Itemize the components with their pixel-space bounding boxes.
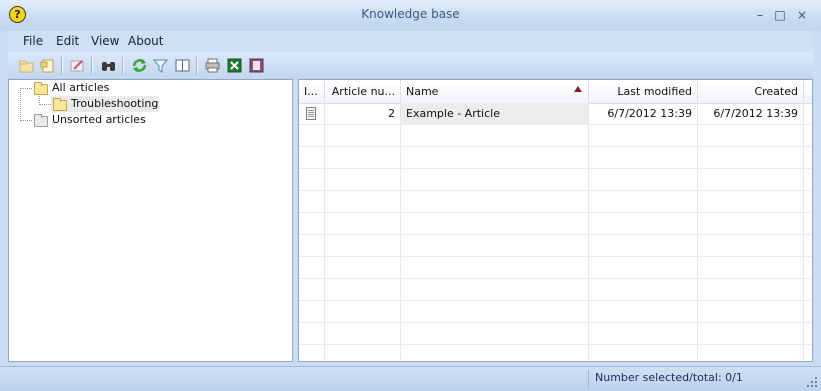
- tree-node-label: All articles: [52, 81, 110, 94]
- empty-row: [299, 257, 812, 279]
- tree-node-label: Troubleshooting: [71, 97, 159, 110]
- column-header-last-modified[interactable]: Last modified: [589, 80, 698, 103]
- tree-connector: [20, 120, 32, 121]
- resize-grip-icon[interactable]: [806, 376, 818, 388]
- sort-ascending-icon: [574, 86, 582, 92]
- column-header-created[interactable]: Created: [698, 80, 804, 103]
- empty-row: [299, 301, 812, 323]
- table-row[interactable]: 2 Example - Article 6/7/2012 13:39 6/7/2…: [299, 103, 812, 125]
- empty-row: [299, 279, 812, 301]
- menu-view[interactable]: View: [91, 34, 119, 48]
- tree-connector: [20, 88, 21, 121]
- new-article-icon[interactable]: [39, 57, 56, 74]
- excel-export-icon[interactable]: [226, 57, 243, 74]
- folder-icon: [34, 114, 48, 127]
- tree-node-label: Unsorted articles: [52, 113, 146, 126]
- toolbar-separator: [61, 57, 63, 74]
- column-header-name[interactable]: Name: [401, 80, 589, 103]
- filter-icon[interactable]: [152, 57, 169, 74]
- cell-article-number: 2: [325, 103, 401, 124]
- folder-icon: [53, 98, 67, 111]
- cell-name: Example - Article: [401, 103, 589, 124]
- article-icon: [306, 107, 316, 120]
- app-window: ? Knowledge base – □ × File Edit View Ab…: [0, 0, 821, 391]
- tree-node-troubleshooting[interactable]: Troubleshooting: [51, 96, 251, 112]
- tree-node-unsorted-articles[interactable]: Unsorted articles: [32, 112, 232, 128]
- articles-grid: I... Article nu... Name Last modified Cr…: [298, 79, 813, 362]
- folder-tree: All articles Troubleshooting Unsorted ar…: [8, 79, 293, 362]
- tree-node-all-articles[interactable]: All articles: [32, 80, 232, 96]
- print-icon[interactable]: [204, 57, 221, 74]
- find-icon[interactable]: [100, 57, 117, 74]
- toolbar-separator: [122, 57, 124, 74]
- empty-row: [299, 169, 812, 191]
- empty-row: [299, 191, 812, 213]
- column-header-icon[interactable]: I...: [299, 80, 325, 103]
- tree-connector: [20, 88, 32, 89]
- new-folder-icon[interactable]: [18, 57, 35, 74]
- menu-file[interactable]: File: [23, 34, 43, 48]
- film-icon[interactable]: [248, 57, 265, 74]
- cell-last-modified: 6/7/2012 13:39: [589, 103, 698, 124]
- minimize-button[interactable]: –: [752, 8, 768, 22]
- empty-row: [299, 235, 812, 257]
- status-bar: Number selected/total: 0/1: [0, 366, 821, 391]
- toolbar-separator: [196, 57, 198, 74]
- menu-bar: File Edit View About: [8, 31, 813, 52]
- title-bar: ? Knowledge base – □ ×: [0, 0, 821, 31]
- status-selection-count: Number selected/total: 0/1: [595, 371, 743, 384]
- empty-row: [299, 125, 812, 147]
- row-icon-cell: [299, 103, 325, 124]
- cell-created: 6/7/2012 13:39: [698, 103, 804, 124]
- window-title: Knowledge base: [361, 7, 460, 21]
- toolbar-separator: [91, 57, 93, 74]
- maximize-button[interactable]: □: [772, 8, 788, 22]
- empty-row: [299, 147, 812, 169]
- tree-connector: [39, 104, 51, 105]
- menu-about[interactable]: About: [128, 34, 163, 48]
- menu-edit[interactable]: Edit: [56, 34, 79, 48]
- empty-row: [299, 323, 812, 345]
- status-separator: [588, 370, 589, 388]
- empty-row: [299, 345, 812, 361]
- grid-header: I... Article nu... Name Last modified Cr…: [299, 80, 812, 104]
- toolbar: [8, 52, 813, 79]
- column-header-article-number[interactable]: Article nu...: [325, 80, 401, 103]
- folder-icon: [34, 82, 48, 95]
- refresh-icon[interactable]: [131, 57, 148, 74]
- panel-icon[interactable]: [174, 57, 191, 74]
- edit-icon[interactable]: [69, 57, 86, 74]
- empty-row: [299, 213, 812, 235]
- close-button[interactable]: ×: [794, 8, 810, 22]
